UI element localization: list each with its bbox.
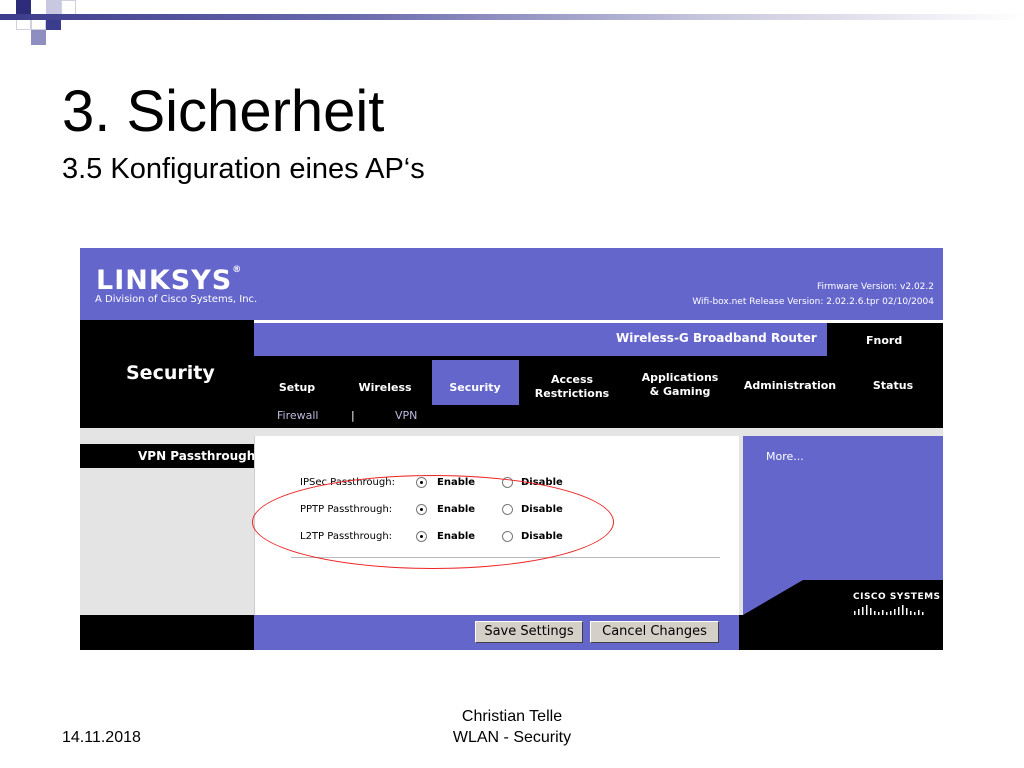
slide-title: 3. Sicherheit (62, 79, 385, 144)
subnav (254, 405, 943, 428)
decor-square-3 (46, 0, 61, 15)
subnav-separator: | (351, 409, 355, 422)
cancel-changes-button[interactable]: Cancel Changes (590, 621, 719, 643)
tab-status[interactable]: Status (868, 379, 918, 392)
decor-square-4 (61, 0, 76, 15)
decor-square-6 (31, 30, 46, 45)
footer-left (80, 615, 254, 650)
footer-right (739, 615, 943, 650)
tab-access-restrictions[interactable]: Access Restrictions (532, 373, 612, 401)
save-settings-button[interactable]: Save Settings (475, 621, 583, 643)
decor-gradient-rule (0, 14, 1024, 20)
tab-administration[interactable]: Administration (742, 379, 838, 392)
side-label: VPN Passthrough (138, 449, 256, 463)
footer-author: Christian Telle (461, 708, 563, 725)
highlight-ellipse (252, 475, 614, 569)
tab-security[interactable]: Security (444, 381, 506, 394)
slide-subtitle: 3.5 Konfiguration eines AP‘s (62, 153, 425, 185)
logo-tagline: A Division of Cisco Systems, Inc. (95, 294, 258, 305)
more-link[interactable]: More... (766, 450, 804, 463)
linksys-logo: LINKSYS® (96, 265, 243, 296)
product-name: Wireless-G Broadband Router (616, 331, 817, 345)
cisco-logo-text: CISCO SYSTEMS (853, 592, 941, 602)
cisco-bars-icon (854, 605, 924, 615)
footer-date: 14.11.2018 (62, 729, 141, 746)
footer-author-block: Christian Telle WLAN - Security (412, 706, 612, 748)
firmware-version: Firmware Version: v2.02.2 (816, 282, 934, 292)
tab-setup[interactable]: Setup (276, 381, 318, 394)
decor-square-1 (16, 0, 31, 15)
subnav-firewall[interactable]: Firewall (277, 409, 318, 422)
device-name: Fnord (866, 334, 903, 347)
footer-topic: WLAN - Security (452, 729, 572, 746)
router-screenshot: LINKSYS® A Division of Cisco Systems, In… (80, 248, 943, 650)
release-version: Wifi-box.net Release Version: 2.02.2.6.t… (692, 297, 934, 307)
tab-applications-gaming[interactable]: Applications & Gaming (639, 371, 721, 399)
tab-wireless[interactable]: Wireless (354, 381, 416, 394)
section-title: Security (126, 362, 215, 384)
content-top-border (254, 428, 943, 436)
subnav-vpn[interactable]: VPN (395, 409, 417, 422)
